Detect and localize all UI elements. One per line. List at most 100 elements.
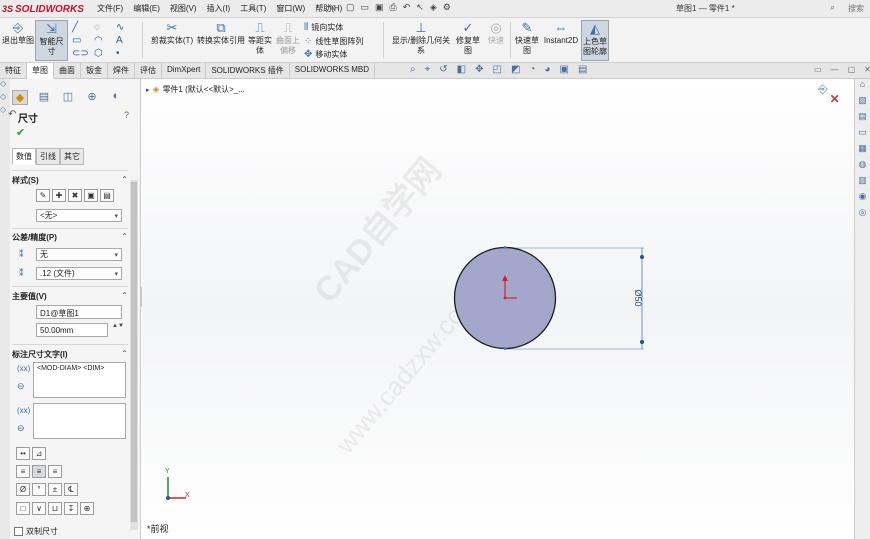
menu-edit[interactable]: 编辑(E): [128, 3, 165, 14]
tab-evaluate[interactable]: 评估: [135, 63, 162, 79]
repair-sketch-button[interactable]: ✓ 修复草图: [456, 20, 480, 61]
tool-icon[interactable]: ◇: [0, 79, 10, 92]
centerline-symbol-icon[interactable]: ℄: [64, 483, 78, 496]
text-link-icon[interactable]: (xx): [17, 406, 30, 415]
appearances-icon[interactable]: ◍: [855, 159, 870, 175]
link-icon[interactable]: ⊖: [17, 423, 25, 434]
countersink-symbol-icon[interactable]: ∨: [32, 502, 46, 515]
plus-minus-symbol-icon[interactable]: ±: [48, 483, 62, 496]
exit-sketch-corner-icon[interactable]: ⎆: [818, 82, 828, 106]
circle-center-point[interactable]: [503, 296, 507, 300]
linear-pattern-button[interactable]: ⁘ 线性草图阵列: [304, 36, 363, 47]
menu-tools[interactable]: 工具(T): [235, 3, 271, 14]
link-icon[interactable]: ⊖: [17, 381, 25, 392]
solidworks-logo[interactable]: 3S SOLIDWORKS: [2, 2, 84, 16]
surface-offset-button[interactable]: ⎍ 曲面上偏移: [276, 20, 300, 61]
scroll-thumb[interactable]: [131, 182, 137, 522]
custom-properties-icon[interactable]: ▥: [855, 175, 870, 191]
polygon-icon[interactable]: ⬡: [94, 47, 116, 60]
scene-icon[interactable]: ▣: [559, 64, 568, 75]
tool-icon[interactable]: ◇: [0, 92, 10, 105]
resources-icon[interactable]: ▧: [855, 95, 870, 111]
dimension-text-above-field[interactable]: <MOD-DIAM> <DIM>: [33, 362, 126, 398]
dual-dimension-checkbox[interactable]: [14, 527, 23, 536]
search-icon[interactable]: ◎: [855, 207, 870, 223]
tab-dimxpert[interactable]: DimXpert: [162, 63, 207, 79]
instant2d-button[interactable]: ⇔ Instant2D: [543, 20, 579, 61]
square-symbol-icon[interactable]: □: [16, 502, 30, 515]
dimension-text-below-field[interactable]: [33, 403, 126, 439]
show-relations-button[interactable]: ⊥ 显示/删除几何关系: [388, 20, 454, 61]
minimize-icon[interactable]: —: [831, 65, 839, 74]
menu-view[interactable]: 视图(V): [165, 3, 202, 14]
property-manager-tab-icon[interactable]: ▤: [36, 90, 52, 105]
tab-weldments[interactable]: 焊件: [108, 63, 135, 79]
offset-button[interactable]: ⎍ 等距实体: [248, 20, 272, 61]
section-view-icon[interactable]: ◧: [457, 64, 466, 75]
file-explorer-icon[interactable]: ▭: [855, 127, 870, 143]
depth-symbol-icon[interactable]: ↧: [64, 502, 78, 515]
maximize-icon[interactable]: ▢: [848, 65, 856, 74]
open-icon[interactable]: ▭: [361, 2, 370, 13]
align-left-icon[interactable]: ≡: [16, 465, 30, 478]
previous-view-icon[interactable]: ↺: [439, 64, 447, 75]
tolerance-type-select[interactable]: 无 ▾: [36, 248, 122, 261]
diameter-symbol-icon[interactable]: Ø: [16, 483, 30, 496]
view-palette-icon[interactable]: ▦: [855, 143, 870, 159]
precision-select[interactable]: .12 (文件) ▾: [36, 267, 122, 280]
delete-style-icon[interactable]: ✖: [68, 189, 82, 202]
save-icon[interactable]: ▣: [375, 2, 384, 13]
dimension-value-field[interactable]: 50.00mm: [36, 323, 108, 337]
spline-icon[interactable]: ∿: [116, 21, 138, 34]
primary-value-group-header[interactable]: 主要值(V) ⌃: [12, 291, 128, 302]
point-icon[interactable]: •: [116, 47, 138, 60]
text-icon[interactable]: A: [116, 34, 138, 47]
style-group-header[interactable]: 样式(S) ⌃: [12, 175, 128, 186]
home-icon[interactable]: ⌂: [855, 79, 870, 95]
menu-file[interactable]: 文件(F): [92, 3, 128, 14]
rebuild-icon[interactable]: ◈: [430, 2, 437, 13]
rectangle-icon[interactable]: ▭: [72, 34, 94, 47]
display-manager-tab-icon[interactable]: ◐: [108, 90, 124, 105]
add-style-icon[interactable]: ✚: [52, 189, 66, 202]
sketch-canvas[interactable]: Ø50: [142, 79, 854, 539]
slot-icon[interactable]: ⊂⊃: [72, 47, 94, 60]
more-symbols-icon[interactable]: ⊕: [80, 502, 94, 515]
search-icon[interactable]: ⌕: [830, 2, 835, 13]
close-icon[interactable]: ✕: [864, 65, 870, 74]
shaded-contours-button[interactable]: ◭ 上色草图轮廓: [581, 20, 609, 61]
forum-icon[interactable]: ◉: [855, 191, 870, 207]
mirror-button[interactable]: ⫴ 镜向实体: [304, 22, 343, 33]
move-button[interactable]: ✥ 移动实体: [304, 49, 347, 60]
apply-style-icon[interactable]: ✎: [36, 189, 50, 202]
cancel-sketch-icon[interactable]: ✕: [830, 92, 840, 106]
display-style-icon[interactable]: ◩: [511, 64, 520, 75]
new-icon[interactable]: ▢: [346, 2, 355, 13]
arrow-display-icon[interactable]: ••: [16, 447, 30, 460]
convert-entities-button[interactable]: ⧉ 转换实体引用: [196, 20, 246, 61]
edit-appearance-icon[interactable]: ◕: [544, 64, 550, 75]
subtab-leaders[interactable]: 引线: [36, 148, 60, 165]
degree-symbol-icon[interactable]: °: [32, 483, 46, 496]
undo-icon[interactable]: ↶: [403, 2, 411, 13]
load-style-icon[interactable]: ▤: [100, 189, 114, 202]
subtab-other[interactable]: 其它: [60, 148, 84, 165]
value-spinner[interactable]: ▲▼: [112, 323, 124, 330]
help-icon[interactable]: ?: [124, 110, 129, 120]
line-icon[interactable]: ╱: [72, 21, 94, 34]
select-icon[interactable]: ↖: [416, 2, 424, 13]
arrow-style-icon[interactable]: ⊿: [32, 447, 46, 460]
search-label[interactable]: 搜索: [848, 3, 864, 14]
zoom-fit-icon[interactable]: ⌕: [410, 64, 416, 75]
dimension-name-field[interactable]: D1@草图1: [36, 305, 122, 319]
hide-show-icon[interactable]: ◔: [529, 64, 535, 75]
tab-surfaces[interactable]: 曲面: [54, 63, 81, 79]
align-center-icon[interactable]: ≡: [32, 465, 46, 478]
rapid-sketch-button[interactable]: ✎ 快速草图: [514, 20, 540, 61]
align-right-icon[interactable]: ≡: [48, 465, 62, 478]
view-orientation-icon[interactable]: ◰: [492, 64, 501, 75]
property-manager-scrollbar[interactable]: [130, 180, 138, 530]
style-select[interactable]: <无> ▾: [36, 209, 122, 222]
options-icon[interactable]: ⚙: [443, 2, 451, 13]
pin-icon[interactable]: ✎: [328, 3, 336, 14]
